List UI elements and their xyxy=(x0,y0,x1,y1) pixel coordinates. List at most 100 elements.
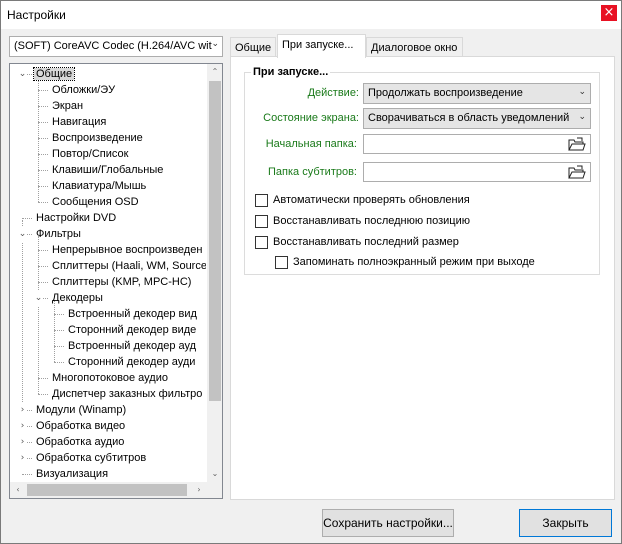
subtitles-folder-field[interactable] xyxy=(363,162,591,182)
tree-item[interactable]: Непрерывное воспроизведен xyxy=(50,242,204,258)
tree-item[interactable]: Обработка субтитров xyxy=(34,450,148,466)
folder-open-icon xyxy=(568,165,586,179)
tree-connector xyxy=(54,330,64,331)
browse-subtitles-folder-button[interactable] xyxy=(566,163,588,181)
tree-connector xyxy=(38,186,48,187)
tree-item[interactable]: Настройки DVD xyxy=(34,210,118,226)
checkbox-box[interactable] xyxy=(255,194,268,207)
tree-item-label: Навигация xyxy=(52,116,107,128)
tree-connector xyxy=(38,266,48,267)
folder-open-icon xyxy=(568,137,586,151)
tree-item-label: Сторонний декодер виде xyxy=(68,324,197,336)
tree-connector xyxy=(38,170,48,171)
close-window-button[interactable]: × xyxy=(601,5,617,21)
tab-label: Общие xyxy=(235,42,272,54)
start-folder-field[interactable] xyxy=(363,134,591,154)
chevron-down-icon: ⌄ xyxy=(211,39,219,49)
tree-connector xyxy=(38,378,48,379)
tree-horizontal-scroll-thumb[interactable] xyxy=(27,484,187,496)
browse-start-folder-button[interactable] xyxy=(566,135,588,153)
tree-item[interactable]: Экран xyxy=(50,98,85,114)
tree-item-label: Клавиатура/Мышь xyxy=(52,180,147,192)
tree-item[interactable]: Навигация xyxy=(50,114,108,130)
tree-vertical-scrollbar[interactable]: ⌃ ⌄ xyxy=(207,64,222,482)
tree-item[interactable]: Обработка видео xyxy=(34,418,127,434)
tree-connector xyxy=(38,236,39,394)
scroll-down-icon[interactable]: ⌄ xyxy=(207,466,222,482)
tree-item[interactable]: Клавиатура/Мышь xyxy=(50,178,148,194)
tree-horizontal-scrollbar[interactable]: ‹ › xyxy=(10,482,207,498)
tree-item-label: Общие xyxy=(32,67,76,81)
tree-item[interactable]: Многопотоковое аудио xyxy=(50,370,170,386)
tree-connector xyxy=(38,90,48,91)
screen-state-combo[interactable]: Сворачиваться в область уведомлений ⌄ xyxy=(363,108,591,129)
tree-item[interactable]: Сторонний декодер ауди xyxy=(66,354,197,370)
tree-item[interactable]: Сообщения OSD xyxy=(50,194,141,210)
tab-panel-startup: При запуске... Действие: Продолжать восп… xyxy=(230,56,615,500)
tree-item[interactable]: Визуализация xyxy=(34,466,110,482)
chevron-down-icon: ⌄ xyxy=(578,112,586,122)
tree-item[interactable]: Клавиши/Глобальные xyxy=(50,162,165,178)
checkbox-label: Восстанавливать последний размер xyxy=(273,236,459,248)
close-icon: × xyxy=(603,5,615,20)
chevron-down-icon[interactable]: ⌄ xyxy=(34,290,43,306)
scroll-left-icon[interactable]: ‹ xyxy=(10,482,26,498)
tab-startup[interactable]: При запуске... xyxy=(277,34,366,58)
tree-item[interactable]: Сплиттеры (Haali, WM, Source xyxy=(50,258,206,274)
tree-item[interactable]: Встроенный декодер ауд xyxy=(66,338,198,354)
checkbox-box[interactable] xyxy=(255,236,268,249)
tree-connector xyxy=(54,346,64,347)
tree-item[interactable]: Общие xyxy=(32,66,76,82)
tab-dialog-window[interactable]: Диалоговое окно xyxy=(366,37,463,57)
tree-item[interactable]: Декодеры xyxy=(50,290,105,306)
tree-vertical-scroll-thumb[interactable] xyxy=(209,81,221,401)
close-button[interactable]: Закрыть xyxy=(519,509,612,537)
tree-item[interactable]: Сплиттеры (KMP, MPC-HC) xyxy=(50,274,193,290)
tree-item[interactable]: Фильтры xyxy=(34,226,83,242)
checkbox-label: Запоминать полноэкранный режим при выход… xyxy=(293,256,535,268)
chevron-down-icon[interactable]: ⌄ xyxy=(18,66,27,82)
scroll-up-icon[interactable]: ⌃ xyxy=(207,64,222,80)
filter-preset-select[interactable]: (SOFT) CoreAVC Codec (H.264/AVC wit ⌄ xyxy=(9,36,223,57)
tree-connector xyxy=(38,122,48,123)
tree-item-label: Фильтры xyxy=(36,228,81,240)
action-combo[interactable]: Продолжать воспроизведение ⌄ xyxy=(363,83,591,104)
chevron-right-icon[interactable]: › xyxy=(18,418,27,434)
tab-general[interactable]: Общие xyxy=(230,37,276,57)
tree-item-label: Клавиши/Глобальные xyxy=(52,164,164,176)
tree-connector xyxy=(38,76,39,202)
tree-connector xyxy=(38,282,48,283)
tree-item[interactable]: Сторонний декодер виде xyxy=(66,322,198,338)
tree-item-label: Диспетчер заказных фильтро xyxy=(52,388,203,400)
scroll-right-icon[interactable]: › xyxy=(191,482,207,498)
tree-item-label: Воспроизведение xyxy=(52,132,143,144)
tree-item-label: Сплиттеры (KMP, MPC-HC) xyxy=(52,276,192,288)
group-title: При запуске... xyxy=(251,66,331,78)
chevron-right-icon[interactable]: › xyxy=(18,402,27,418)
chevron-right-icon[interactable]: › xyxy=(18,450,27,466)
tree-connector xyxy=(54,314,64,315)
tree-item-label: Обработка аудио xyxy=(36,436,125,448)
tree-connector xyxy=(38,394,48,395)
tree-item[interactable]: Диспетчер заказных фильтро xyxy=(50,386,204,402)
chevron-right-icon[interactable]: › xyxy=(18,434,27,450)
save-settings-button[interactable]: Сохранить настройки... xyxy=(322,509,454,537)
tree-connector xyxy=(54,362,64,363)
tree-item-label: Многопотоковое аудио xyxy=(52,372,168,384)
tree-item[interactable]: Встроенный декодер вид xyxy=(66,306,199,322)
tree-item[interactable]: Повтор/Список xyxy=(50,146,130,162)
action-value: Продолжать воспроизведение xyxy=(368,87,523,99)
tree-connector xyxy=(22,474,32,475)
chevron-down-icon[interactable]: ⌄ xyxy=(18,226,27,242)
tree-item-label: Обработка видео xyxy=(36,420,126,432)
checkbox-box[interactable] xyxy=(255,215,268,228)
tree-item[interactable]: Обложки/ЭУ xyxy=(50,82,117,98)
tree-item[interactable]: Обработка аудио xyxy=(34,434,126,450)
tree-item[interactable]: Воспроизведение xyxy=(50,130,145,146)
tree-item[interactable]: Модули (Winamp) xyxy=(34,402,128,418)
screen-state-value: Сворачиваться в область уведомлений xyxy=(368,112,570,124)
tree-connector xyxy=(22,218,32,219)
close-label: Закрыть xyxy=(542,516,589,530)
settings-window: Настройки × (SOFT) CoreAVC Codec (H.264/… xyxy=(0,0,622,544)
checkbox-box[interactable] xyxy=(275,256,288,269)
